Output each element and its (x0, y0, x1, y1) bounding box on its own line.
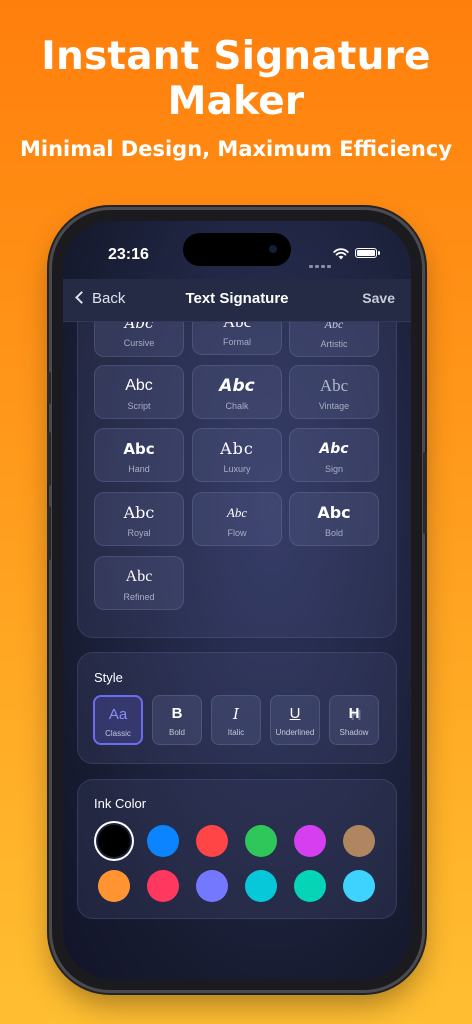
font-name: Refined (123, 592, 155, 602)
camera-icon (269, 245, 277, 253)
ink-section-title: Ink Color (94, 796, 147, 811)
font-tile-refined[interactable]: Abc Refined (94, 556, 184, 610)
font-name: Bold (324, 528, 343, 538)
font-sample: Abc (317, 503, 351, 522)
font-name: Formal (222, 337, 251, 347)
style-glyph: Aa (108, 706, 128, 723)
battery-icon (355, 248, 380, 258)
style-label: Classic (105, 729, 131, 738)
font-sample: Abc (123, 503, 155, 522)
style-glyph: U (289, 705, 301, 722)
font-name: Sign (324, 464, 343, 474)
font-sample: Abc (226, 505, 248, 520)
style-option-classic[interactable]: Aa Classic (93, 695, 143, 745)
ink-color-swatch[interactable] (196, 825, 228, 857)
phone-screen: 23:16 Back Text Signature Save Abc Cursi… (63, 221, 411, 979)
page-title: Text Signature (185, 290, 289, 307)
font-tile-bold[interactable]: Abc Bold (289, 492, 379, 546)
font-tile-royal[interactable]: Abc Royal (94, 492, 184, 546)
font-sample: Abc (219, 376, 255, 396)
font-sample: Abc (319, 376, 349, 395)
font-name: Chalk (225, 401, 249, 411)
style-glyph: H (348, 705, 360, 722)
phone-frame: 23:16 Back Text Signature Save Abc Cursi… (47, 210, 427, 990)
font-tile-artistic[interactable]: Abc Artistic (289, 322, 379, 357)
style-card: Style Aa Classic B Bold I Italic U Under… (77, 652, 397, 764)
font-tile-script[interactable]: Abc Script (94, 365, 184, 419)
font-sample: Abc (124, 322, 154, 332)
font-tile-flow[interactable]: Abc Flow (192, 492, 282, 546)
font-sample: Abc (123, 440, 155, 458)
cellular-signal-icon (309, 255, 333, 273)
volume-down-button (47, 506, 51, 560)
ink-color-swatch[interactable] (98, 825, 130, 857)
scroll-content[interactable]: Abc Cursive Abc Formal Abc Artistic Abc … (63, 322, 411, 979)
font-sample: Abc (125, 377, 153, 394)
style-option-bold[interactable]: B Bold (152, 695, 202, 745)
font-name: Royal (127, 528, 151, 538)
font-style-card: Abc Cursive Abc Formal Abc Artistic Abc … (77, 322, 397, 638)
ink-color-swatch[interactable] (98, 870, 130, 902)
ink-color-swatch[interactable] (196, 870, 228, 902)
style-glyph: B (171, 705, 183, 722)
ink-color-swatch[interactable] (245, 870, 277, 902)
style-option-shadow[interactable]: H Shadow (329, 695, 379, 745)
font-tile-hand[interactable]: Abc Hand (94, 428, 184, 482)
ink-color-swatch[interactable] (294, 870, 326, 902)
ink-color-swatch[interactable] (245, 825, 277, 857)
style-label: Italic (227, 728, 245, 737)
promo-headline: Instant Signature Maker (0, 34, 472, 124)
wifi-icon (333, 248, 349, 260)
font-sample: Abc (220, 439, 254, 458)
font-name: Cursive (123, 338, 155, 348)
dynamic-island (183, 233, 291, 266)
font-sample: Abc (319, 441, 349, 457)
font-name: Luxury (223, 464, 251, 474)
ink-color-swatch[interactable] (147, 870, 179, 902)
font-name: Flow (227, 528, 247, 538)
font-tile-luxury[interactable]: Abc Luxury (192, 428, 282, 482)
style-option-underlined[interactable]: U Underlined (270, 695, 320, 745)
font-tile-formal[interactable]: Abc Formal (192, 322, 282, 355)
font-sample: Abc (125, 568, 153, 585)
style-label: Bold (168, 728, 185, 737)
style-label: Underlined (275, 728, 315, 737)
font-tile-cursive[interactable]: Abc Cursive (94, 322, 184, 357)
font-name: Script (127, 401, 151, 411)
promo-headline-line2: Maker (167, 79, 305, 124)
font-tile-vintage[interactable]: Abc Vintage (289, 365, 379, 419)
ink-color-swatch[interactable] (294, 825, 326, 857)
font-sample: Abc (193, 322, 281, 332)
action-button (47, 372, 51, 404)
style-option-italic[interactable]: I Italic (211, 695, 261, 745)
font-name: Vintage (318, 401, 350, 411)
status-bar: 23:16 (63, 221, 411, 279)
status-time: 23:16 (108, 246, 149, 263)
promo-headline-line1: Instant Signature (41, 34, 431, 79)
font-name: Artistic (320, 339, 348, 349)
font-sample: Abc (324, 322, 344, 331)
save-button[interactable]: Save (362, 290, 395, 306)
ink-color-swatch[interactable] (343, 825, 375, 857)
style-label: Shadow (339, 728, 369, 737)
ink-color-swatch[interactable] (343, 870, 375, 902)
style-glyph: I (233, 705, 239, 723)
power-button (423, 452, 427, 534)
font-name: Hand (128, 464, 150, 474)
volume-up-button (47, 432, 51, 486)
navigation-bar: Back Text Signature Save (63, 279, 411, 322)
ink-color-card: Ink Color (77, 779, 397, 919)
ink-color-swatch[interactable] (147, 825, 179, 857)
style-section-title: Style (94, 670, 123, 685)
font-tile-chalk[interactable]: Abc Chalk (192, 365, 282, 419)
promo-subline: Minimal Design, Maximum Efficiency (19, 137, 453, 161)
font-tile-sign[interactable]: Abc Sign (289, 428, 379, 482)
